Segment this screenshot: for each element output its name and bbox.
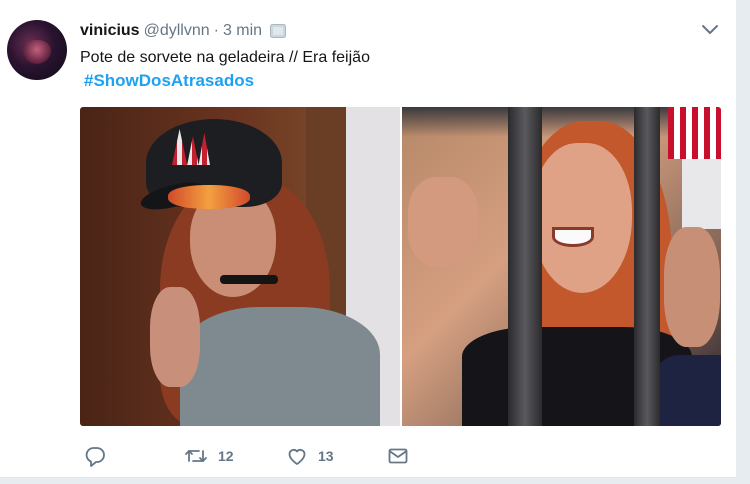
- avatar-image: [23, 40, 51, 64]
- photo-hand-left: [408, 177, 478, 267]
- tweet-text: Pote de sorvete na geladeira // Era feij…: [80, 49, 370, 66]
- media-grid: [80, 107, 721, 426]
- photo-mouth: [552, 227, 594, 247]
- like-count: 13: [318, 448, 334, 464]
- photo-shirt: [180, 307, 380, 426]
- timestamp[interactable]: 3 min: [223, 22, 262, 40]
- reply-icon: [84, 445, 106, 467]
- tweet-header: vinicius @dyllvnn · 3 min: [80, 20, 287, 42]
- photo-face: [532, 143, 632, 293]
- avatar[interactable]: [7, 20, 67, 80]
- chevron-down-icon[interactable]: [700, 22, 720, 38]
- heart-icon: [286, 445, 308, 467]
- envelope-icon: [387, 445, 409, 467]
- media-photo-1[interactable]: [80, 107, 400, 426]
- retweet-icon: [184, 445, 208, 467]
- media-photo-2[interactable]: [402, 107, 721, 426]
- media-badge-icon: [270, 24, 287, 38]
- photo-arm: [652, 355, 721, 426]
- display-name[interactable]: vinicius: [80, 22, 140, 40]
- photo-flag-stars: [682, 159, 721, 229]
- user-handle[interactable]: @dyllvnn: [144, 22, 210, 40]
- photo-flag: [668, 107, 721, 159]
- retweet-button[interactable]: 12: [184, 442, 234, 470]
- reply-button[interactable]: [84, 442, 106, 470]
- tweet-card[interactable]: vinicius @dyllvnn · 3 min Pote de sorvet…: [0, 0, 736, 478]
- retweet-count: 12: [218, 448, 234, 464]
- separator-dot: ·: [213, 22, 219, 39]
- photo-barrier-bar: [634, 107, 660, 426]
- like-button[interactable]: 13: [286, 442, 334, 470]
- photo-hand-right: [664, 227, 720, 347]
- photo-barrier-bar: [508, 107, 542, 426]
- direct-message-button[interactable]: [387, 442, 409, 470]
- hashtag-link[interactable]: #ShowDosAtrasados: [84, 71, 254, 91]
- photo-sunglasses: [168, 185, 250, 209]
- photo-choker: [220, 275, 278, 284]
- photo-peace-hand: [150, 287, 200, 387]
- tweet-actions: 12 13: [80, 442, 720, 470]
